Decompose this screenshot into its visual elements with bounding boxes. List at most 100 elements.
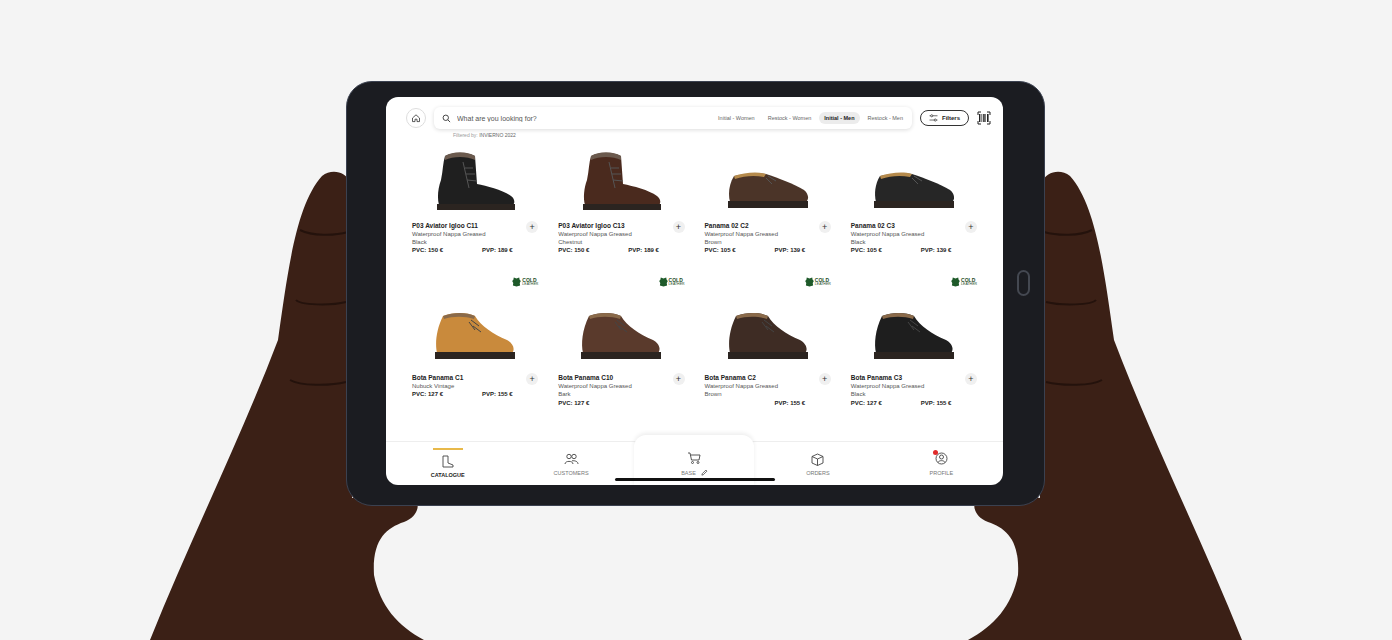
- avatar-wrap: [934, 451, 949, 467]
- product-card[interactable]: Panama 02 C3Waterproof Nappa GreasedBlac…: [851, 141, 977, 255]
- product-image[interactable]: [558, 141, 684, 221]
- product-name: Panama 02 C2: [705, 221, 815, 230]
- home-icon: [411, 113, 421, 123]
- nav-label-row: BASE: [681, 469, 708, 476]
- product-image[interactable]: [412, 293, 538, 373]
- product-info: Bota Panama C1Nubuck VintagePVC: 127 €PV…: [412, 373, 538, 399]
- product-description: Waterproof Nappa Greased: [705, 230, 815, 238]
- nav-label[interactable]: ORDERS: [806, 470, 830, 476]
- price-gap: [705, 399, 775, 408]
- product-text: P03 Aviator Igloo C11Waterproof Nappa Gr…: [412, 221, 522, 255]
- product-card[interactable]: COLDLEATHERBota Panama C2Waterproof Napp…: [705, 277, 831, 407]
- product-image[interactable]: [705, 141, 831, 221]
- filters-label[interactable]: Filters: [942, 115, 960, 121]
- product-image[interactable]: [412, 141, 538, 221]
- magnifier-icon: [442, 114, 451, 123]
- product-card[interactable]: Panama 02 C2Waterproof Nappa GreasedBrow…: [705, 141, 831, 255]
- nav-item[interactable]: PROFILE: [880, 442, 1003, 485]
- active-indicator: [433, 448, 463, 450]
- filters-button[interactable]: Filters: [920, 110, 969, 126]
- product-name: Bota Panama C1: [412, 373, 522, 382]
- product-image[interactable]: [851, 141, 977, 221]
- shoe-icon: [862, 148, 966, 214]
- add-button[interactable]: +: [819, 221, 831, 233]
- product-image[interactable]: [705, 293, 831, 373]
- season-chip[interactable]: Restock - Men: [863, 112, 908, 124]
- add-button[interactable]: +: [526, 221, 538, 233]
- product-info: P03 Aviator Igloo C13Waterproof Nappa Gr…: [558, 221, 684, 255]
- nav-label[interactable]: BASE: [681, 470, 696, 476]
- product-card[interactable]: COLDLEATHER Bota Panama C1Nubuck VintageP…: [412, 277, 538, 407]
- cart-icon[interactable]: [687, 451, 702, 466]
- add-button[interactable]: +: [965, 373, 977, 385]
- product-image[interactable]: [851, 293, 977, 373]
- chip-group: Initial - WomenRestock - WomenInitial - …: [713, 112, 908, 124]
- home-indicator: [615, 478, 775, 481]
- add-icon[interactable]: +: [822, 375, 827, 384]
- badge-text: COLDLEATHER: [669, 278, 685, 287]
- product-image[interactable]: [558, 293, 684, 373]
- wholesale-price: PVC: 127 €: [558, 399, 628, 408]
- add-icon[interactable]: +: [968, 223, 973, 232]
- add-icon[interactable]: +: [530, 223, 535, 232]
- product-info: Bota Panama C10Waterproof Nappa GreasedB…: [558, 373, 684, 407]
- nav-label[interactable]: CATALOGUE: [431, 472, 465, 478]
- add-icon[interactable]: +: [676, 375, 681, 384]
- product-text: Panama 02 C2Waterproof Nappa GreasedBrow…: [705, 221, 815, 255]
- product-info: Bota Panama C3Waterproof Nappa GreasedBl…: [851, 373, 977, 407]
- product-card[interactable]: P03 Aviator Igloo C13Waterproof Nappa Gr…: [558, 141, 684, 255]
- badge-text: COLDLEATHER: [815, 278, 831, 287]
- badge-bottom: LEATHER: [669, 283, 685, 287]
- product-text: Panama 02 C3Waterproof Nappa GreasedBlac…: [851, 221, 961, 255]
- price-row: PVP: 155 €: [705, 399, 815, 408]
- product-description: Brown: [705, 238, 815, 246]
- product-name: P03 Aviator Igloo C11: [412, 221, 522, 230]
- hardware-home-button[interactable]: [1017, 270, 1030, 296]
- product-card[interactable]: COLDLEATHERBota Panama C3Waterproof Napp…: [851, 277, 977, 407]
- season-chip[interactable]: Restock - Women: [763, 112, 817, 124]
- nav-item[interactable]: CATALOGUE: [386, 442, 509, 485]
- search-field[interactable]: Initial - WomenRestock - WomenInitial - …: [434, 107, 912, 129]
- add-icon[interactable]: +: [530, 375, 535, 384]
- product-name: Bota Panama C10: [558, 373, 668, 382]
- product-text: Bota Panama C1Nubuck VintagePVC: 127 €PV…: [412, 373, 522, 399]
- home-button[interactable]: [406, 108, 426, 128]
- box-icon[interactable]: [810, 452, 825, 467]
- nav-label-row: PROFILE: [930, 470, 954, 476]
- add-icon[interactable]: +: [676, 223, 681, 232]
- product-info: Panama 02 C3Waterproof Nappa GreasedBlac…: [851, 221, 977, 255]
- nav-label[interactable]: PROFILE: [930, 470, 954, 476]
- barcode-icon[interactable]: [977, 111, 991, 125]
- nav-item[interactable]: ORDERS: [756, 442, 879, 485]
- add-button[interactable]: +: [673, 373, 685, 385]
- add-button[interactable]: +: [526, 373, 538, 385]
- price-row: PVC: 105 €PVP: 139 €: [705, 246, 815, 255]
- product-card[interactable]: P03 Aviator Igloo C11Waterproof Nappa Gr…: [412, 141, 538, 255]
- add-icon[interactable]: +: [968, 375, 973, 384]
- badge-slot: COLDLEATHER: [412, 277, 538, 293]
- add-button[interactable]: +: [965, 221, 977, 233]
- product-description: Brown: [705, 390, 815, 398]
- people-icon[interactable]: [564, 452, 579, 467]
- wholesale-price: PVC: 150 €: [412, 246, 482, 255]
- season-chip[interactable]: Initial - Men: [819, 112, 859, 124]
- tablet: Initial - WomenRestock - WomenInitial - …: [346, 81, 1045, 506]
- nav-label-row: CATALOGUE: [431, 472, 465, 478]
- product-card[interactable]: COLDLEATHER Bota Panama C10Waterproof Nap…: [558, 277, 684, 407]
- product-description: Waterproof Nappa Greased: [851, 382, 961, 390]
- cold-leather-badge: COLDLEATHER: [512, 277, 538, 287]
- search-input[interactable]: [457, 115, 707, 122]
- add-button[interactable]: +: [673, 221, 685, 233]
- product-description: Waterproof Nappa Greased: [412, 230, 522, 238]
- wholesale-price: PVC: 150 €: [558, 246, 628, 255]
- boot-icon[interactable]: [440, 454, 455, 469]
- add-icon[interactable]: +: [822, 223, 827, 232]
- badge-bottom: LEATHER: [815, 283, 831, 287]
- product-name: Panama 02 C3: [851, 221, 961, 230]
- pencil-icon[interactable]: [701, 469, 708, 476]
- add-button[interactable]: +: [819, 373, 831, 385]
- nav-label[interactable]: CUSTOMERS: [554, 470, 589, 476]
- retail-price: PVP: 139 €: [921, 246, 952, 255]
- product-description: Bark: [558, 390, 668, 398]
- season-chip[interactable]: Initial - Women: [713, 112, 760, 124]
